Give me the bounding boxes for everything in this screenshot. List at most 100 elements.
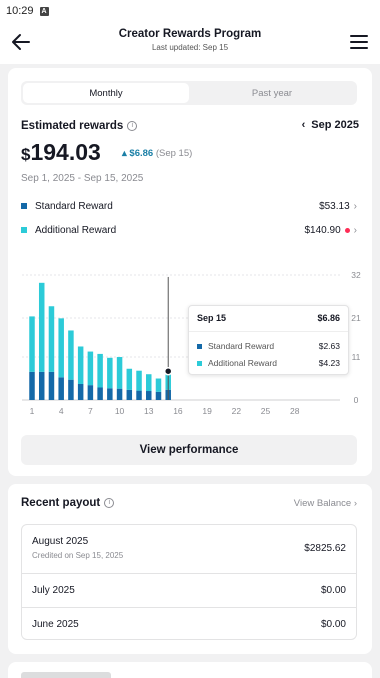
bar-additional xyxy=(97,353,103,388)
clock: 10:29 xyxy=(6,5,34,17)
x-tick-label: 19 xyxy=(202,406,212,416)
bar-additional xyxy=(29,316,35,372)
payout-credited-date: Credited on Sep 15, 2025 xyxy=(32,551,124,560)
payout-amount: $2825.62 xyxy=(304,543,346,554)
bar-standard xyxy=(38,371,45,400)
chart-tooltip: Sep 15 $6.86 Standard Reward $2.63 Addit… xyxy=(188,305,349,375)
additional-reward-value: $140.90 xyxy=(304,224,341,236)
y-tick-label: 21 xyxy=(351,313,361,323)
bar-additional xyxy=(136,370,142,391)
info-icon[interactable]: i xyxy=(127,121,138,131)
payout-row[interactable]: August 2025 Credited on Sep 15, 2025 $28… xyxy=(22,525,356,573)
bar-additional xyxy=(155,378,162,392)
standard-reward-row[interactable]: Standard Reward $53.13 › xyxy=(21,198,357,214)
x-tick-label: 7 xyxy=(88,406,93,416)
tooltip-total: $6.86 xyxy=(317,313,340,323)
x-tick-label: 13 xyxy=(144,406,154,416)
bar-additional xyxy=(107,357,113,389)
alert-dot-icon xyxy=(344,227,350,233)
standard-swatch xyxy=(21,203,27,209)
y-tick-label: 0 xyxy=(354,395,359,405)
tooltip-date: Sep 15 xyxy=(197,313,227,323)
bar-additional xyxy=(126,368,133,390)
bar-additional xyxy=(48,306,55,372)
bar-standard xyxy=(155,391,162,400)
bar-standard xyxy=(116,388,123,400)
bar-standard xyxy=(146,391,152,400)
payout-month: July 2025 xyxy=(32,585,75,596)
bar-standard xyxy=(68,379,74,400)
bar-standard xyxy=(77,383,84,400)
chevron-right-icon: › xyxy=(353,200,357,212)
month-selector[interactable]: ‹ Sep 2025 xyxy=(302,119,359,131)
sim-icon: A xyxy=(39,6,49,16)
estimated-rewards-label: Estimated rewards xyxy=(21,120,124,132)
tooltip-row-standard: Standard Reward $2.63 xyxy=(197,341,340,351)
bar-standard xyxy=(29,371,35,400)
x-tick-label: 28 xyxy=(290,406,300,416)
payout-month: June 2025 xyxy=(32,619,79,630)
estimated-rewards-card: Monthly Past year Estimated rewards i ‹ … xyxy=(8,68,372,476)
tooltip-standard-label: Standard Reward xyxy=(208,341,275,351)
highlight-marker xyxy=(163,366,173,376)
x-tick-label: 10 xyxy=(115,406,125,416)
x-tick-label: 25 xyxy=(261,406,271,416)
additional-swatch xyxy=(21,227,27,233)
info-icon[interactable]: i xyxy=(104,498,115,508)
estimated-amount: $194.03 xyxy=(21,139,101,166)
y-tick-label: 32 xyxy=(351,270,361,280)
tooltip-additional-value: $4.23 xyxy=(318,358,340,368)
y-tick-label: 11 xyxy=(352,352,361,362)
amount-value: 194.03 xyxy=(30,139,101,165)
payout-amount: $0.00 xyxy=(320,619,346,630)
date-range: Sep 1, 2025 - Sep 15, 2025 xyxy=(21,173,144,184)
x-tick-label: 16 xyxy=(173,406,183,416)
x-tick-label: 4 xyxy=(59,406,64,416)
section-heading-peek xyxy=(21,672,111,678)
bar-additional xyxy=(58,318,64,378)
chevron-right-icon: › xyxy=(353,224,357,236)
recent-payout-heading: Recent payout i xyxy=(21,497,115,509)
payout-row[interactable]: July 2025 $0.00 xyxy=(22,573,356,607)
bar-standard xyxy=(107,388,113,400)
bar-standard xyxy=(87,385,94,400)
additional-reward-row[interactable]: Additional Reward $140.90 › xyxy=(21,222,357,238)
additional-reward-label: Additional Reward xyxy=(35,224,117,236)
tab-past-year[interactable]: Past year xyxy=(189,83,355,103)
next-section-card xyxy=(8,662,372,678)
bar-additional xyxy=(38,282,45,372)
x-tick-label: 1 xyxy=(30,406,35,416)
view-balance-link[interactable]: View Balance › xyxy=(294,498,357,509)
menu-icon[interactable] xyxy=(350,33,368,51)
x-tick-label: 22 xyxy=(232,406,242,416)
standard-reward-label: Standard Reward xyxy=(35,200,113,212)
bar-standard xyxy=(136,390,142,400)
change-value: ▴ $6.86 xyxy=(122,148,154,159)
last-updated: Last updated: Sep 15 xyxy=(151,43,229,52)
tooltip-row-additional: Additional Reward $4.23 xyxy=(197,358,340,368)
bar-additional xyxy=(146,374,152,392)
standard-reward-value: $53.13 xyxy=(319,200,350,212)
tab-monthly[interactable]: Monthly xyxy=(23,83,189,103)
status-bar: 10:29 A xyxy=(0,0,380,22)
tooltip-additional-label: Additional Reward xyxy=(208,358,277,368)
bar-standard xyxy=(97,387,103,400)
tooltip-divider xyxy=(189,331,348,332)
recent-payout-label: Recent payout xyxy=(21,497,101,509)
payout-list: August 2025 Credited on Sep 15, 2025 $28… xyxy=(21,524,357,640)
view-performance-button[interactable]: View performance xyxy=(21,435,357,465)
bar-additional xyxy=(87,351,94,386)
payout-amount: $0.00 xyxy=(320,585,346,596)
estimated-rewards-heading: Estimated rewards i xyxy=(21,120,138,132)
app-header: Creator Rewards Program Last updated: Se… xyxy=(0,22,380,64)
payout-row[interactable]: June 2025 $0.00 xyxy=(22,607,356,639)
period-toggle: Monthly Past year xyxy=(21,81,357,105)
bar-standard xyxy=(58,377,64,400)
chevron-left-icon[interactable]: ‹ xyxy=(302,119,306,131)
change-date: (Sep 15) xyxy=(155,148,193,159)
bar-additional xyxy=(68,330,74,380)
bar-standard xyxy=(126,389,133,400)
payout-month: August 2025 xyxy=(32,536,89,547)
page-title: Creator Rewards Program xyxy=(118,28,262,40)
daily-change: ▴ $6.86 (Sep 15) xyxy=(122,148,192,159)
